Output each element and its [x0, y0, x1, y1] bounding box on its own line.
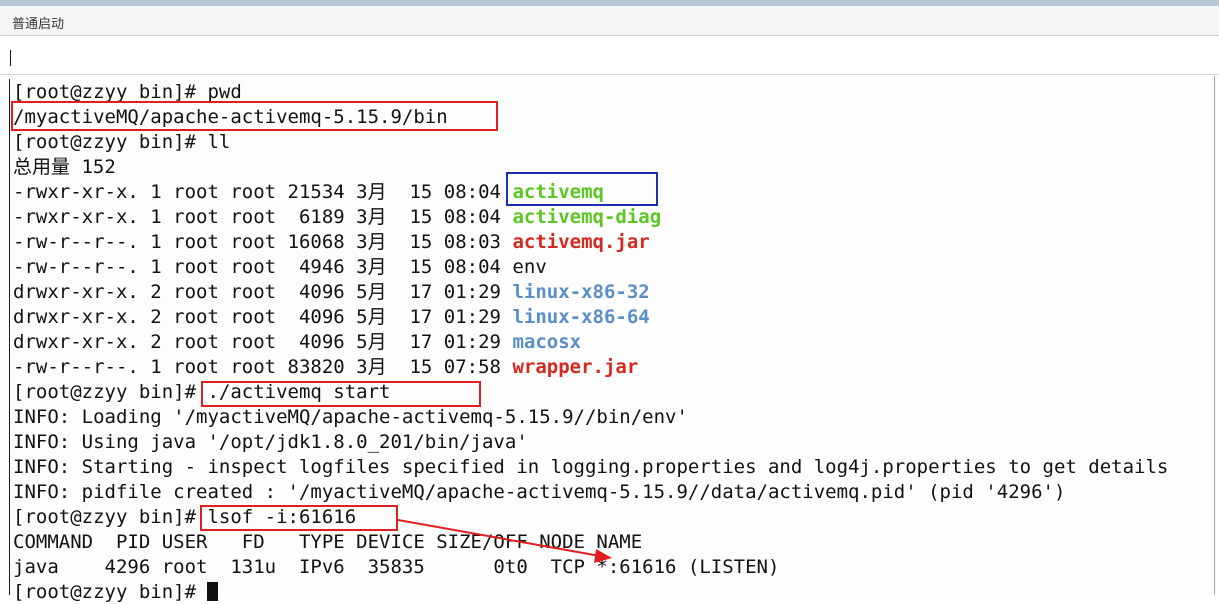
- arrow-head: [594, 549, 612, 563]
- arrow-line: [397, 519, 601, 557]
- annotation-arrow: [397, 519, 612, 563]
